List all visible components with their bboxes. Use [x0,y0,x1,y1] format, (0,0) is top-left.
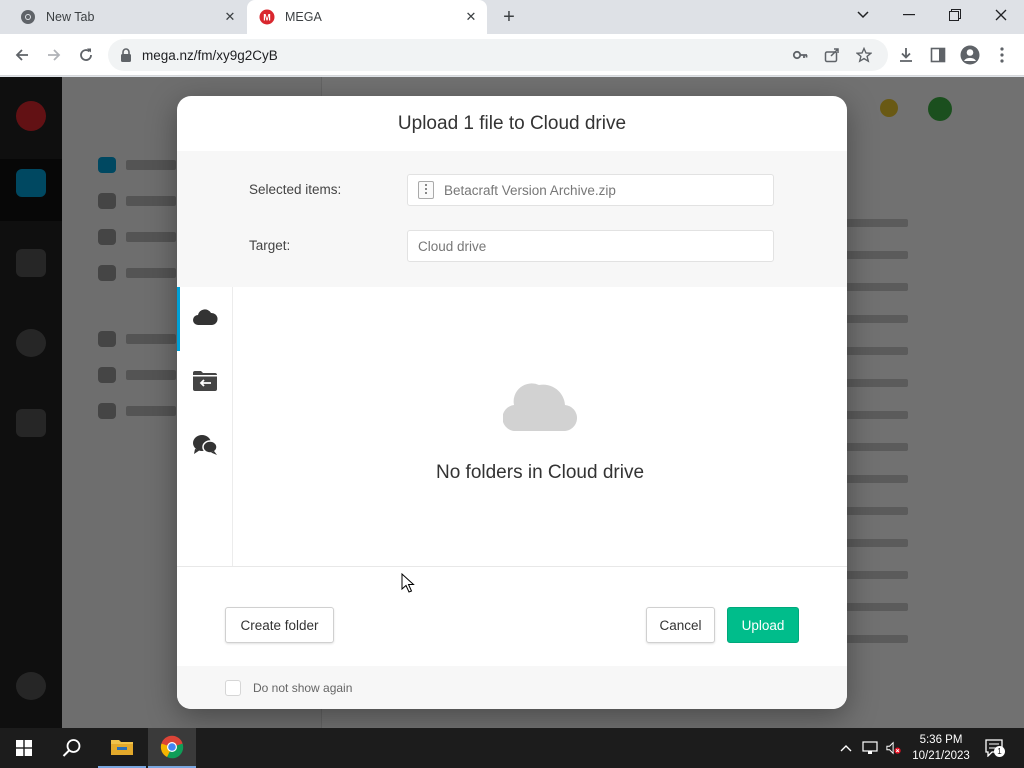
upload-dialog: Upload 1 file to Cloud drive Selected it… [177,96,847,709]
selected-file-name: Betacraft Version Archive.zip [444,182,616,198]
empty-folder-message: No folders in Cloud drive [435,462,645,483]
folder-icon [111,740,133,755]
create-folder-button[interactable]: Create folder [225,607,334,643]
tab-strip: New Tab ✕ M MEGA ✕ + [0,0,1024,34]
bookmark-star-icon[interactable] [854,45,874,65]
address-bar[interactable]: mega.nz/fm/xy9g2CyB [108,39,888,71]
target-label: Target: [249,238,291,253]
minimize-button[interactable] [886,0,932,30]
close-tab-icon[interactable]: ✕ [461,7,481,27]
key-icon[interactable] [790,45,810,65]
chrome-icon [160,735,184,759]
dont-show-again-label[interactable]: Do not show again [253,681,352,695]
chrome-icon [20,9,36,25]
folder-browser-empty: No folders in Cloud drive [233,287,847,567]
tab-chats[interactable] [177,415,233,479]
tab-title: New Tab [46,10,95,24]
restore-button[interactable] [932,0,978,30]
selected-items-label: Selected items: [249,182,342,197]
target-field[interactable]: Cloud drive [407,230,774,262]
url-text: mega.nz/fm/xy9g2CyB [142,47,278,63]
menu-kebab-icon[interactable] [988,41,1016,69]
system-clock[interactable]: 5:36 PM 10/21/2023 [906,732,976,764]
close-tab-icon[interactable]: ✕ [220,7,240,27]
new-tab-button[interactable]: + [497,5,521,29]
start-button[interactable] [0,728,48,768]
forward-button[interactable] [40,41,68,69]
reload-button[interactable] [72,41,100,69]
zip-file-icon [418,181,434,199]
upload-info-panel: Selected items: Betacraft Version Archiv… [177,151,847,287]
notification-center-icon[interactable]: 1 [984,738,1006,758]
close-window-button[interactable] [978,0,1024,30]
upload-button[interactable]: Upload [727,607,799,643]
profile-avatar[interactable] [956,41,984,69]
folder-share-icon [192,370,218,397]
share-icon[interactable] [822,45,842,65]
file-explorer-button[interactable] [98,728,146,768]
volume-muted-icon[interactable] [886,740,902,756]
search-button[interactable] [48,728,96,768]
cancel-button[interactable]: Cancel [646,607,715,643]
empty-cloud-icon [502,377,578,436]
clock-date: 10/21/2023 [912,750,970,762]
windows-logo-icon [16,740,32,756]
tab-mega[interactable]: M MEGA ✕ [247,0,487,34]
chat-bubbles-icon [192,434,218,461]
tab-new-tab[interactable]: New Tab ✕ [8,0,246,34]
svg-text:M: M [263,13,271,23]
chrome-taskbar-button[interactable] [148,728,196,768]
tab-incoming-shares[interactable] [177,351,233,415]
dialog-title: Upload 1 file to Cloud drive [397,112,627,134]
dont-show-again-checkbox[interactable] [225,679,241,696]
selected-items-field: Betacraft Version Archive.zip [407,174,774,206]
download-icon[interactable] [892,41,920,69]
show-hidden-icons-chevron-icon[interactable] [838,740,854,756]
target-value: Cloud drive [418,238,487,254]
cloud-icon [192,308,218,331]
clock-time: 5:36 PM [919,734,963,746]
mega-icon: M [259,9,275,25]
divider [177,566,847,567]
windows-taskbar: 5:36 PM 10/21/2023 1 [0,728,1024,768]
back-button[interactable] [8,41,36,69]
tab-title: MEGA [285,10,322,24]
location-tabs [177,287,233,567]
search-icon [62,739,81,757]
notification-count-badge: 1 [994,746,1005,757]
tab-cloud-drive[interactable] [177,287,233,351]
side-panel-icon[interactable] [924,41,952,69]
mouse-cursor-icon [401,572,415,598]
lock-icon[interactable] [120,48,132,62]
network-icon[interactable] [862,740,878,756]
dont-show-again-row: Do not show again [177,666,847,709]
tab-search-chevron-icon[interactable] [840,0,886,30]
browser-toolbar: mega.nz/fm/xy9g2CyB [0,34,1024,76]
